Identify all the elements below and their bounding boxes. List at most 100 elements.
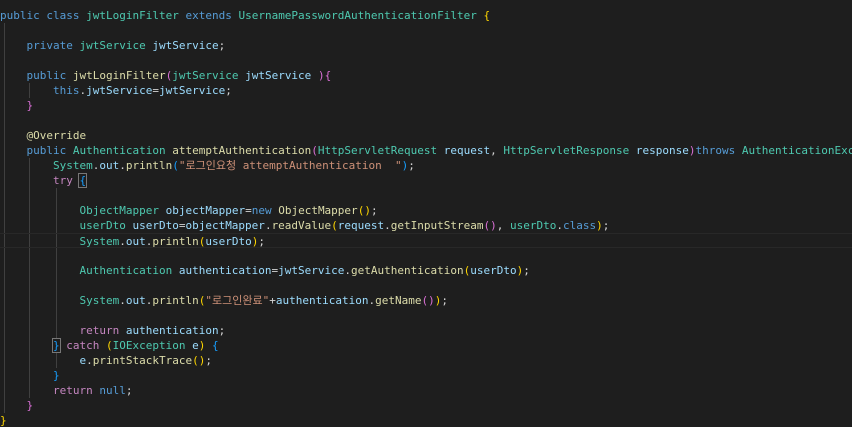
code-token: AuthenticationException [741,144,852,157]
code-line[interactable]: } [0,98,852,113]
code-token: println [125,159,173,172]
code-token: , [490,144,504,157]
code-token: . [119,159,126,172]
code-token: . [556,219,563,232]
code-token: ; [441,294,449,307]
code-token: ) [428,294,435,307]
code-line[interactable]: userDto userDto=objectMapper.readValue(r… [0,218,852,233]
code-line[interactable]: @Override [0,128,852,143]
code-token: System [79,294,120,307]
code-line[interactable]: Authentication authentication=jwtService… [0,263,852,278]
code-token: class [562,219,597,232]
code-token: IOException [112,339,186,352]
code-line[interactable]: this.jwtService=jwtService; [0,83,852,98]
code-line[interactable]: try { [0,173,852,188]
code-line[interactable]: public jwtLoginFilter(jwtService jwtServ… [0,68,852,83]
code-token: request [337,219,385,232]
code-token: ; [370,204,378,217]
code-token: { [324,69,332,82]
code-token: throws [695,144,736,157]
code-token: request [443,144,491,157]
code-token: = [152,84,159,97]
code-line[interactable]: System.out.println("로그인완료"+authenticatio… [0,293,852,308]
code-line[interactable]: } [0,368,852,383]
code-line[interactable]: public Authentication attemptAuthenticat… [0,143,852,158]
code-editor[interactable]: public class jwtLoginFilter extends User… [0,0,852,427]
code-token: return [79,324,120,337]
code-token: jwtService [158,84,226,97]
code-token: ; [408,159,415,172]
code-line[interactable]: System.out.println("로그인요청 attemptAuthent… [0,158,852,173]
code-token: { [211,339,219,352]
code-token: ; [218,39,226,52]
code-line[interactable]: private jwtService jwtService; [0,38,852,53]
code-token: class [46,9,80,22]
code-token: { [483,9,491,22]
code-line[interactable]: } catch (IOException e) { [0,338,852,353]
code-token: authentication [125,324,219,337]
code-token: ; [125,384,133,397]
code-token: ObjectMapper [278,204,358,217]
code-line[interactable]: e.printStackTrace(); [0,353,852,368]
code-token: public [0,9,40,22]
code-line[interactable]: return authentication; [0,323,852,338]
code-token: ) [317,69,325,82]
code-token: ; [218,324,226,337]
code-line[interactable]: } [0,398,852,413]
code-token: jwtLoginFilter [72,69,166,82]
code-token: getInputStream [390,219,484,232]
code-line[interactable]: return null; [0,383,852,398]
code-line[interactable]: public class jwtLoginFilter extends User… [0,8,852,23]
code-token: attemptAuthentication [172,144,312,157]
code-token: try [52,174,73,187]
code-token: . [86,354,93,367]
code-token: UsernamePasswordAuthenticationFilter [238,9,477,22]
code-token: response [635,144,689,157]
code-token: e [192,339,199,352]
code-token: ( [172,159,179,172]
code-token: } [52,338,61,353]
code-token: println [152,235,199,248]
code-token: System [79,235,120,248]
code-token: ( [311,144,318,157]
code-line[interactable]: ObjectMapper objectMapper=new ObjectMapp… [0,203,852,218]
code-line[interactable]: System.out.println(userDto); [0,233,852,248]
code-token: } [26,399,34,412]
code-line[interactable]: } [0,413,852,427]
code-token: ( [105,339,113,352]
code-token: @Override [26,129,87,142]
code-token: ; [225,84,232,97]
code-token: jwtService [79,39,146,52]
code-token: ObjectMapper [79,204,159,217]
code-token: new [251,204,272,217]
code-token: { [78,173,88,188]
code-token: authentication [275,294,369,307]
code-token: } [0,414,7,427]
code-token: jwtService [278,264,345,277]
code-token: jwtService [152,39,219,52]
code-token: "로그인완료" [205,294,270,307]
code-token: Authentication [79,264,173,277]
code-token: public [26,144,67,157]
code-token: } [26,99,34,112]
code-token: objectMapper [165,204,246,217]
code-token: . [384,219,391,232]
